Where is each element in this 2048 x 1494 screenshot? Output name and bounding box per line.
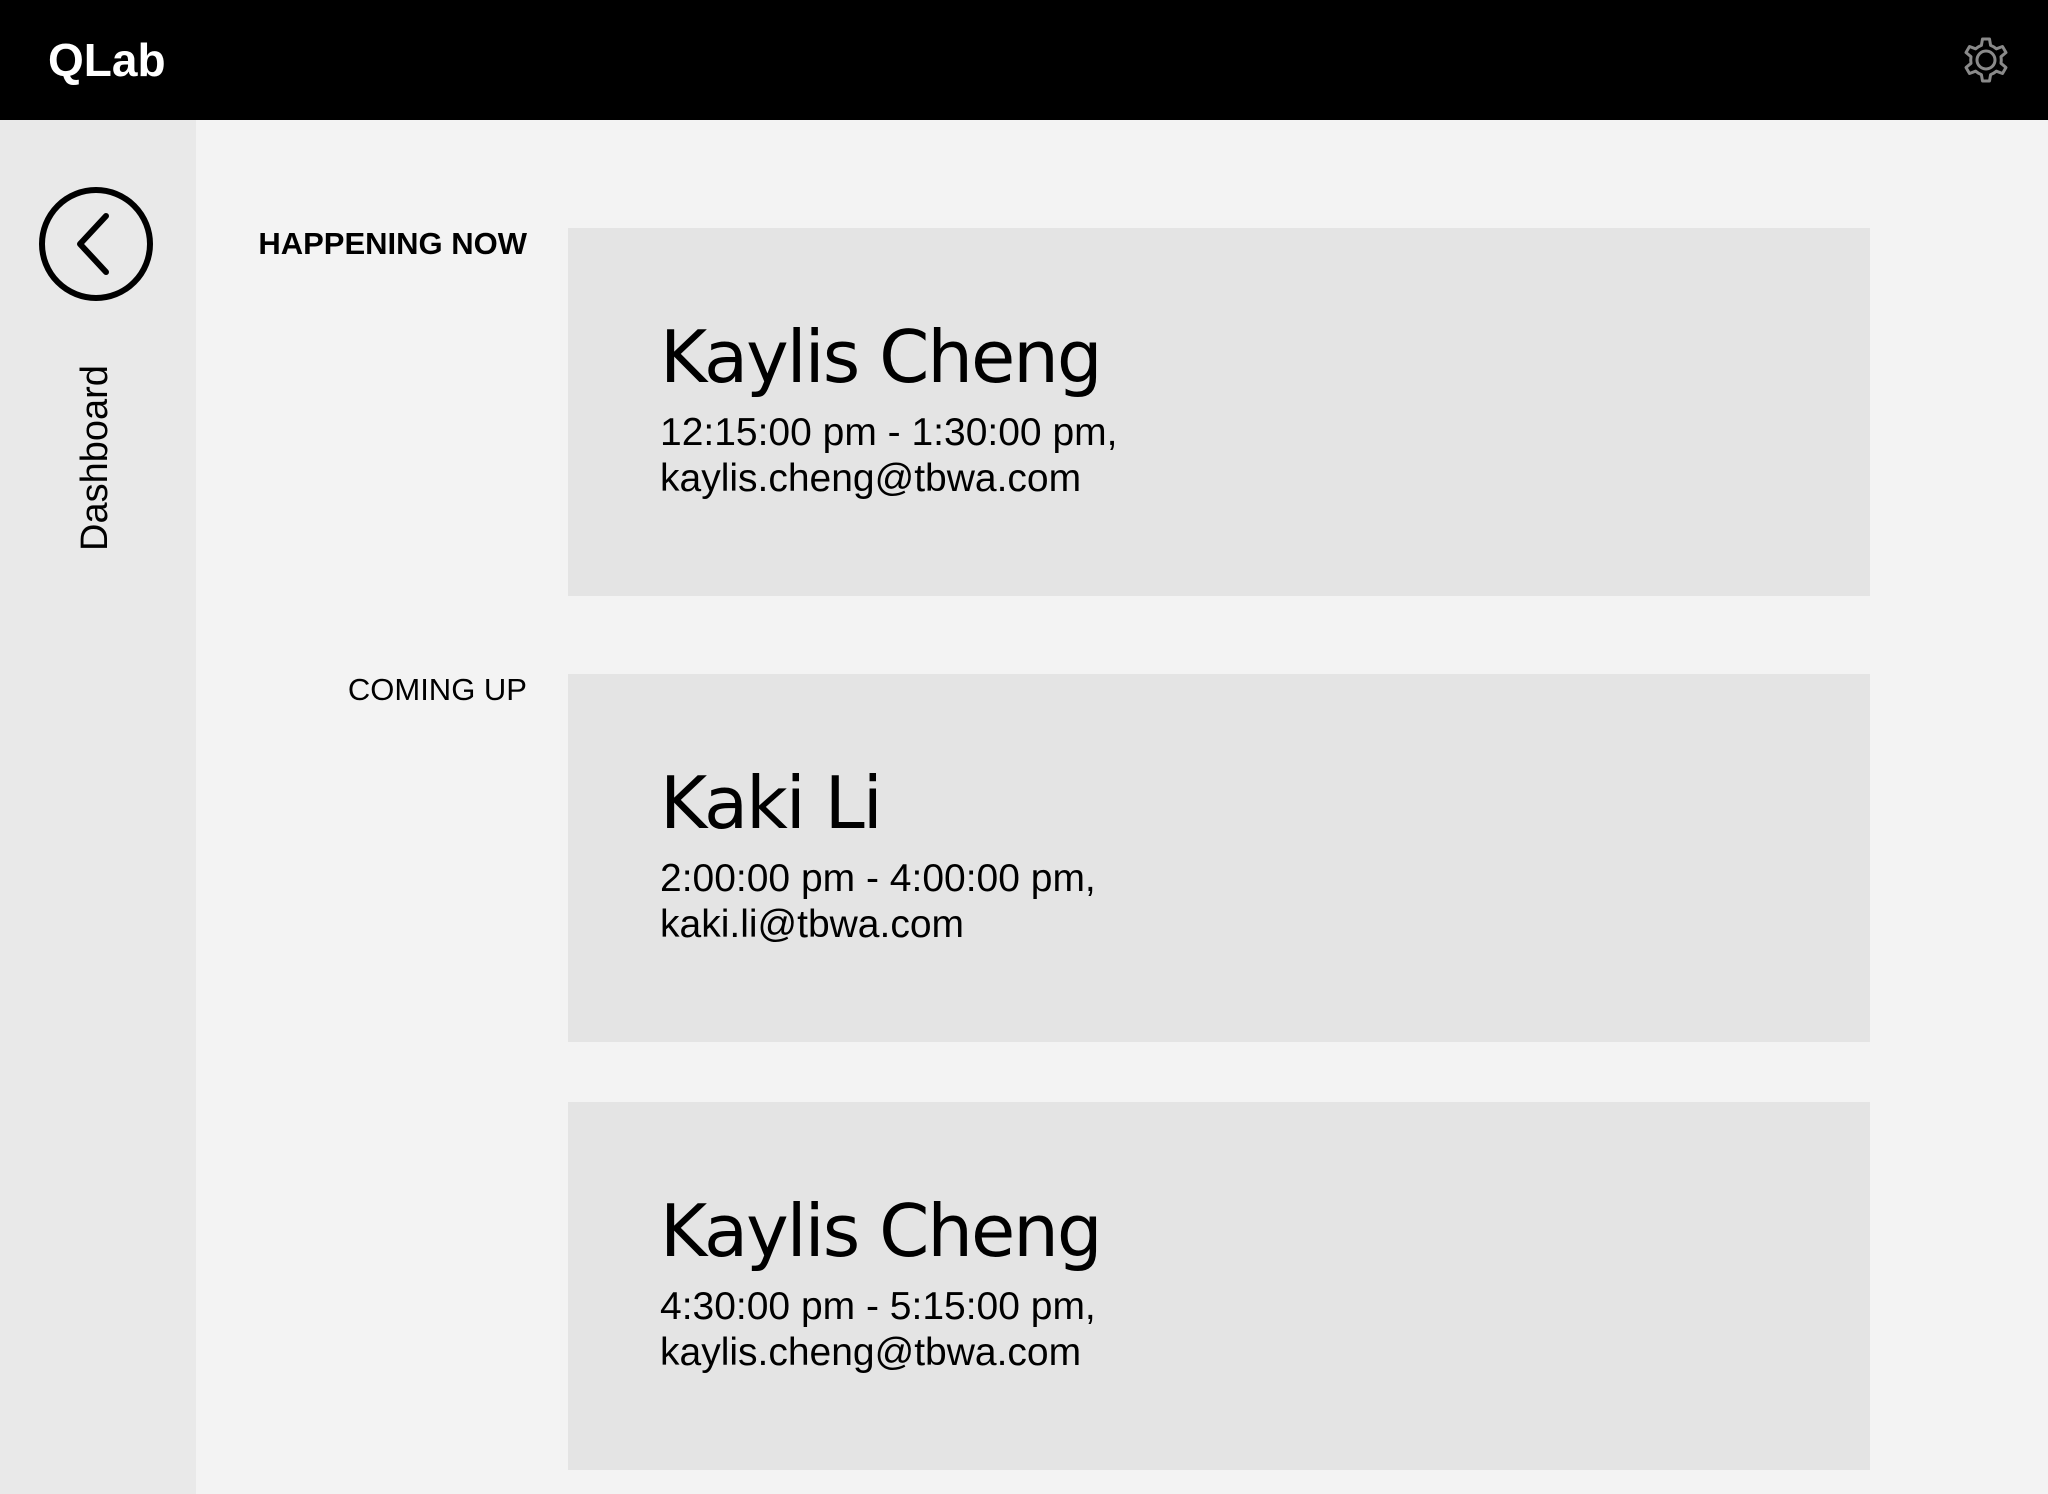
booking-name: Kaylis Cheng (660, 315, 1103, 399)
chevron-left-icon (39, 187, 153, 301)
booking-card[interactable]: Kaki Li 2:00:00 pm - 4:00:00 pm, kaki.li… (568, 674, 1870, 1042)
sidebar (0, 120, 196, 1494)
booking-time: 2:00:00 pm - 4:00:00 pm, (660, 857, 1096, 900)
booking-email: kaylis.cheng@tbwa.com (660, 457, 1082, 500)
booking-name: Kaki Li (660, 761, 883, 845)
booking-time: 4:30:00 pm - 5:15:00 pm, (660, 1285, 1096, 1328)
app-title: QLab (48, 34, 166, 86)
sidebar-label-dashboard[interactable]: Dashboard (73, 365, 117, 551)
booking-time: 12:15:00 pm - 1:30:00 pm, (660, 411, 1118, 454)
coming-up-heading: COMING UP (347, 672, 527, 707)
booking-card[interactable]: Kaylis Cheng 4:30:00 pm - 5:15:00 pm, ka… (568, 1102, 1870, 1470)
booking-email: kaki.li@tbwa.com (660, 903, 965, 946)
booking-email: kaylis.cheng@tbwa.com (660, 1331, 1082, 1374)
happening-now-heading: HAPPENING NOW (258, 226, 527, 261)
booking-card[interactable]: Kaylis Cheng 12:15:00 pm - 1:30:00 pm, k… (568, 228, 1870, 596)
booking-name: Kaylis Cheng (660, 1189, 1103, 1273)
back-button[interactable] (38, 186, 154, 302)
top-bar: QLab (0, 0, 2048, 120)
gear-icon[interactable] (1958, 32, 2014, 88)
